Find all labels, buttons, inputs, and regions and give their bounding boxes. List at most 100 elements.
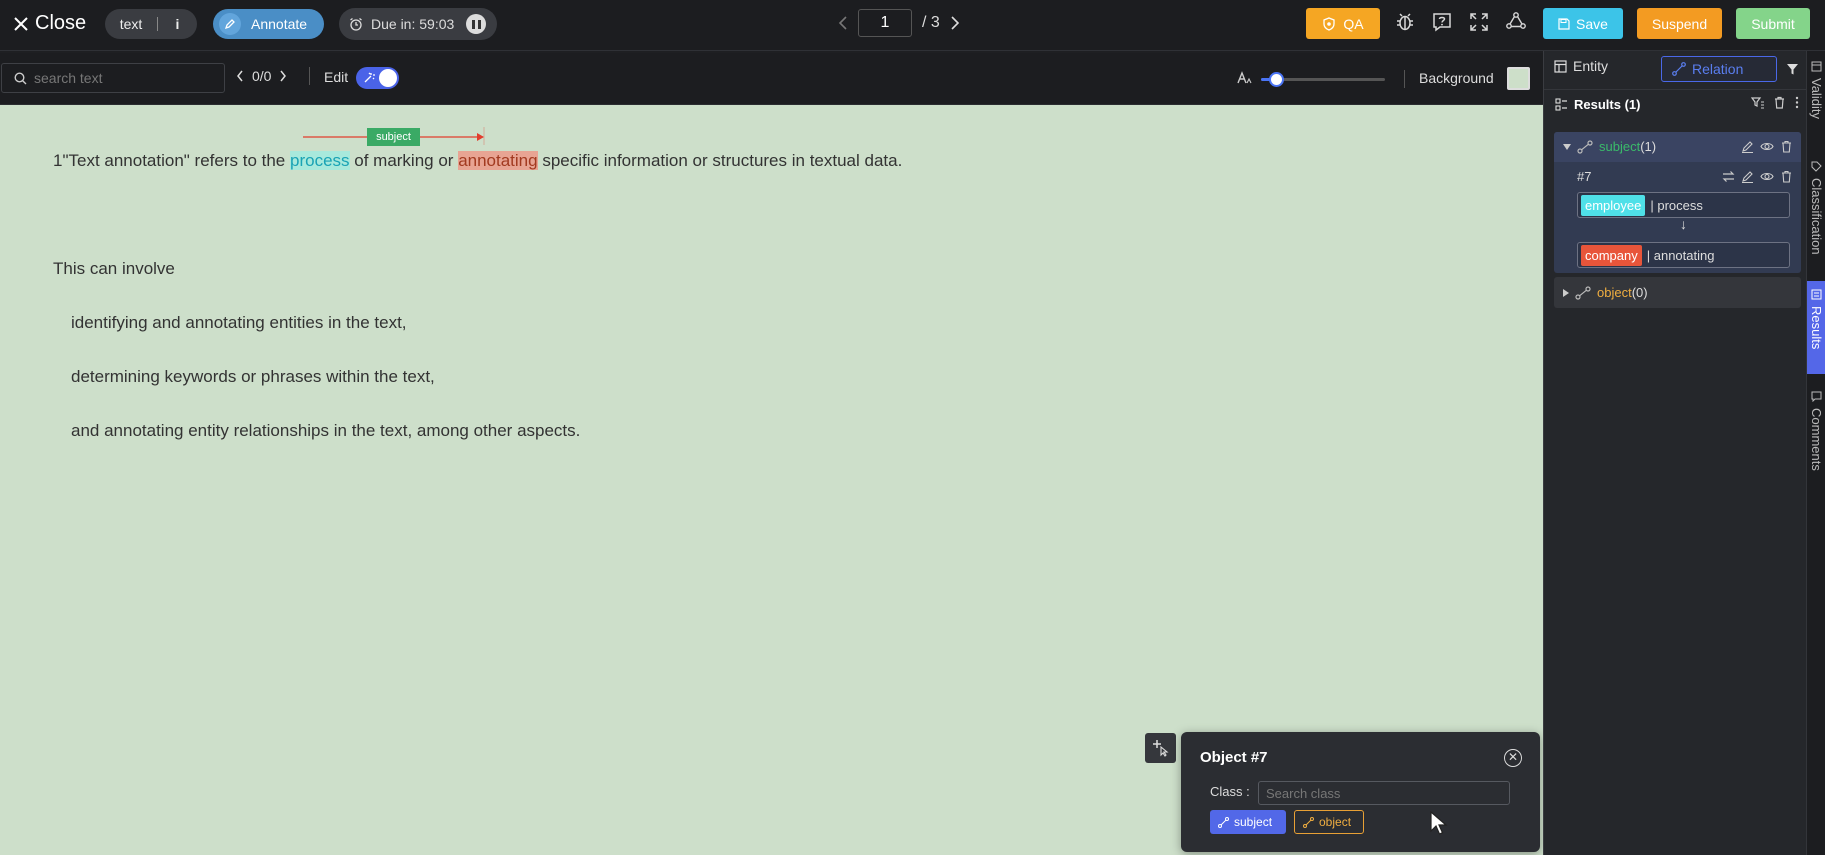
doc-line-5[interactable]: and annotating entity relationships in t… (71, 421, 580, 441)
side-tab-classification-label: Classification (1809, 178, 1824, 255)
save-label: Save (1576, 15, 1608, 32)
search-input[interactable] (34, 70, 204, 86)
chevron-left-icon[interactable] (236, 70, 244, 82)
eye-icon[interactable] (1760, 170, 1774, 183)
relation-icon (1303, 816, 1314, 828)
doc-line-4[interactable]: determining keywords or phrases within t… (71, 367, 435, 387)
group-subject-header[interactable]: subject (1) (1554, 132, 1801, 162)
info-icon[interactable]: i (158, 16, 197, 32)
page-number-input[interactable]: 1 (858, 9, 912, 37)
help-icon[interactable] (1431, 11, 1455, 35)
top-bar: Close text i Annotate Due in: 59:03 1 / … (0, 0, 1825, 51)
filter-icon[interactable] (1751, 96, 1764, 109)
chevron-right-icon[interactable] (950, 16, 960, 30)
relation-id[interactable]: #7 (1577, 169, 1591, 184)
entity-process[interactable]: process (290, 151, 350, 170)
trash-icon[interactable] (1780, 140, 1793, 153)
doc-line-3[interactable]: identifying and annotating entities in t… (71, 313, 407, 333)
edit-icon[interactable] (1741, 170, 1754, 183)
eye-icon[interactable] (1760, 140, 1774, 153)
qa-label: QA (1343, 15, 1364, 32)
filter-icon[interactable] (1786, 63, 1799, 76)
right-panel: Entity Relation Results (1) subject(1) (1543, 51, 1807, 855)
shield-icon (1322, 16, 1336, 31)
submit-button[interactable]: Submit (1736, 8, 1810, 39)
relation-source-entity[interactable]: employee | process (1577, 192, 1790, 218)
toolbar-divider (1404, 70, 1405, 88)
group-object-title: object (0) (1563, 285, 1648, 300)
tab-relation[interactable]: Relation (1661, 56, 1777, 82)
close-label: Close (35, 12, 87, 34)
relation-icon (1218, 816, 1229, 828)
side-tab-results[interactable]: Results (1807, 281, 1825, 374)
line1-before: 1"Text annotation" refers to the (53, 151, 290, 170)
entity-text: | process (1650, 197, 1703, 213)
side-tab-validity[interactable]: Validity (1807, 61, 1825, 141)
relation-icon (1577, 139, 1593, 154)
edit-toggle[interactable] (356, 67, 399, 89)
fullscreen-icon[interactable] (1468, 11, 1492, 35)
close-button[interactable]: Close (14, 10, 86, 37)
chevron-right-icon[interactable] (279, 70, 287, 82)
close-circle-icon[interactable]: ✕ (1504, 749, 1522, 767)
edit-label: Edit (324, 69, 349, 85)
class-option-object-label: object (1319, 815, 1352, 829)
entity-annotating[interactable]: annotating (458, 151, 538, 170)
line1-middle: of marking or (349, 151, 459, 170)
due-timer: Due in: 59:03 (339, 8, 497, 40)
due-label: Due in: 59:03 (371, 16, 455, 32)
trash-icon[interactable] (1773, 96, 1786, 109)
class-option-object[interactable]: object (1294, 810, 1364, 834)
line1-after: specific information or structures in te… (537, 151, 903, 170)
table-icon (1554, 59, 1567, 73)
relation-icon (1672, 62, 1686, 76)
background-checkbox[interactable] (1507, 67, 1530, 90)
edit-icon[interactable] (1741, 140, 1754, 153)
caret-right-icon[interactable] (1563, 288, 1569, 297)
add-object-tool[interactable] (1145, 733, 1176, 763)
save-icon (1558, 17, 1570, 30)
qa-button[interactable]: QA (1306, 8, 1380, 39)
trash-icon[interactable] (1780, 170, 1793, 183)
save-button[interactable]: Save (1543, 8, 1623, 39)
relation-actions (1722, 170, 1793, 183)
relation-target-entity[interactable]: company | annotating (1577, 242, 1790, 268)
font-size-slider[interactable] (1261, 72, 1385, 87)
suspend-button[interactable]: Suspend (1637, 8, 1722, 39)
group-object[interactable]: object (0) (1554, 277, 1801, 308)
editor-toolbar: 0/0 Edit Background (0, 53, 1543, 105)
swap-icon[interactable] (1722, 170, 1735, 183)
suspend-label: Suspend (1651, 15, 1708, 32)
entity-text: | annotating (1646, 247, 1715, 263)
entity-class-tag: company (1581, 244, 1642, 266)
toggle-knob (379, 69, 397, 87)
group-object-name: object (1597, 285, 1632, 300)
group-object-count: (0) (1631, 285, 1648, 300)
chevron-left-icon[interactable] (838, 16, 848, 30)
annotate-button[interactable]: Annotate (213, 9, 324, 39)
side-tab-comments[interactable]: Comments (1807, 391, 1825, 531)
close-icon (14, 16, 28, 31)
popup-title: Object #7 (1200, 749, 1268, 766)
relation-label[interactable]: subject (367, 128, 420, 146)
font-size-icon (1236, 70, 1252, 86)
class-option-subject[interactable]: subject (1210, 810, 1286, 834)
table-icon (1811, 61, 1822, 72)
more-icon[interactable] (1795, 96, 1799, 109)
class-search-input[interactable] (1258, 781, 1510, 805)
side-tabs: Validity Classification Results Comments (1806, 51, 1825, 855)
search-box[interactable] (1, 63, 225, 93)
mode-pill[interactable]: text i (105, 9, 197, 39)
slider-thumb[interactable] (1268, 72, 1284, 87)
alarm-icon (349, 17, 363, 31)
caret-down-icon[interactable] (1563, 143, 1571, 150)
tab-entity[interactable]: Entity (1554, 58, 1608, 74)
pause-icon[interactable] (466, 14, 487, 34)
group-subject-actions (1741, 140, 1793, 153)
graph-icon[interactable] (1505, 11, 1529, 35)
bug-icon[interactable] (1394, 11, 1418, 35)
tab-entity-label: Entity (1573, 58, 1609, 74)
doc-line-2[interactable]: This can involve (53, 259, 175, 279)
submit-label: Submit (1751, 15, 1795, 32)
doc-line-1[interactable]: 1"Text annotation" refers to the process… (53, 151, 902, 171)
